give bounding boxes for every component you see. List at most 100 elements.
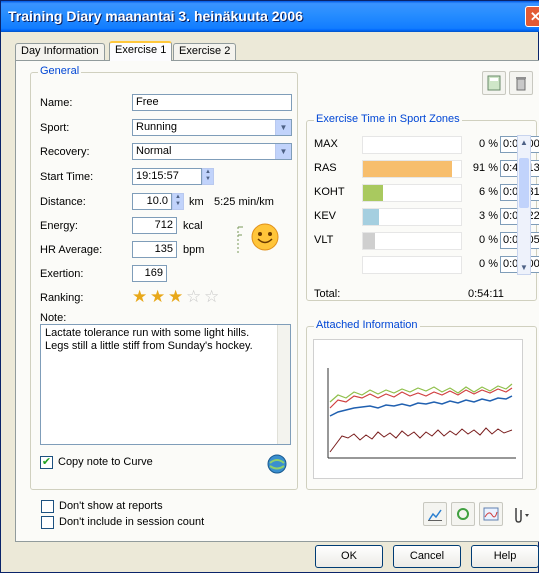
chart-import-icon[interactable] xyxy=(423,502,447,526)
chevron-down-icon[interactable]: ▼ xyxy=(520,263,528,272)
zone-row: RAS91 %0:49:13▲▼ xyxy=(312,159,539,179)
trash-icon[interactable] xyxy=(509,71,533,95)
hr-average-input[interactable]: 135 xyxy=(132,241,177,258)
recovery-value: Normal xyxy=(136,145,172,157)
star-filled-icon[interactable]: ★ xyxy=(168,288,183,305)
note-textarea[interactable]: Lactate tolerance run with some light hi… xyxy=(40,324,291,445)
refresh-icon[interactable] xyxy=(451,502,475,526)
exertion-label: Exertion: xyxy=(40,268,84,280)
zone-bar xyxy=(362,184,462,202)
training-diary-window: Training Diary maanantai 3. heinäkuuta 2… xyxy=(0,0,539,573)
zone-bar-fill xyxy=(363,233,375,249)
distance-spinner[interactable]: ▲ ▼ xyxy=(172,193,184,210)
star-empty-icon[interactable]: ☆ xyxy=(204,288,219,305)
sport-select[interactable]: Running ▼ xyxy=(132,119,292,136)
window-title: Training Diary maanantai 3. heinäkuuta 2… xyxy=(8,8,303,24)
pace-value: 5:25 min/km xyxy=(214,196,274,208)
dont-show-label: Don't show at reports xyxy=(59,500,163,512)
paperclip-icon[interactable] xyxy=(509,505,531,525)
zone-name: VLT xyxy=(314,234,334,246)
tab-exercise-2[interactable]: Exercise 2 xyxy=(173,43,237,60)
tab-day-information[interactable]: Day Information xyxy=(15,43,105,60)
zone-name: KEV xyxy=(314,210,337,222)
star-filled-icon[interactable]: ★ xyxy=(132,288,147,305)
close-icon[interactable]: ✕ xyxy=(525,6,539,27)
zones-table: MAX0 %0:00:00▲▼RAS91 %0:49:13▲▼KOHT6 %0:… xyxy=(312,135,539,274)
zone-bar-fill xyxy=(363,209,379,225)
dont-show-checkbox[interactable] xyxy=(41,500,54,513)
zone-bar xyxy=(362,256,462,274)
dont-include-checkbox[interactable] xyxy=(41,516,54,529)
copy-note-checkbox[interactable]: ✔ xyxy=(40,456,53,469)
zone-bar xyxy=(362,136,462,154)
zone-percent: 91 % xyxy=(472,162,498,174)
zone-percent: 0 % xyxy=(479,234,498,246)
copy-note-label: Copy note to Curve xyxy=(58,456,153,468)
name-label: Name: xyxy=(40,97,73,109)
sport-label: Sport: xyxy=(40,122,70,134)
globe-icon[interactable] xyxy=(266,453,288,475)
zone-name: KOHT xyxy=(314,186,345,198)
heart-rate-curve-thumbnail[interactable] xyxy=(313,339,523,479)
start-time-input[interactable]: 19:15:57 xyxy=(132,168,202,185)
zone-name: RAS xyxy=(314,162,337,174)
attached-legend: Attached Information xyxy=(314,319,420,331)
energy-unit: kcal xyxy=(183,220,203,232)
exercise-page: General Name: Free Sport: Running ▼ Reco… xyxy=(15,60,539,542)
energy-input[interactable]: 712 xyxy=(132,217,177,234)
zone-percent: 0 % xyxy=(479,258,498,270)
cancel-button[interactable]: Cancel xyxy=(393,545,461,568)
zone-percent: 6 % xyxy=(479,186,498,198)
chevron-up-icon[interactable]: ▲ xyxy=(520,138,528,147)
total-label: Total: xyxy=(314,288,341,300)
zone-name: MAX xyxy=(314,138,338,150)
general-legend: General xyxy=(38,65,82,77)
ok-button[interactable]: OK xyxy=(315,545,383,568)
help-button[interactable]: Help xyxy=(471,545,539,568)
hr-average-label: HR Average: xyxy=(40,244,103,256)
smiley-icon xyxy=(250,222,280,252)
zone-bar-fill xyxy=(363,185,383,201)
zone-row: KEV3 %0:01:22▲▼ xyxy=(312,207,539,227)
zone-bar xyxy=(362,160,462,178)
chevron-down-icon[interactable]: ▼ xyxy=(275,144,291,159)
star-empty-icon[interactable]: ☆ xyxy=(186,288,201,305)
hr-unit: bpm xyxy=(183,244,205,256)
sport-value: Running xyxy=(136,121,177,133)
zone-bar-fill xyxy=(363,161,452,177)
zone-row: MAX0 %0:00:00▲▼ xyxy=(312,135,539,155)
energy-label: Energy: xyxy=(40,220,78,232)
recovery-select[interactable]: Normal ▼ xyxy=(132,143,292,160)
calculator-icon[interactable] xyxy=(482,71,506,95)
zone-bar xyxy=(362,232,462,250)
ranking-label: Ranking: xyxy=(40,292,84,304)
distance-input[interactable]: 10.0 xyxy=(132,193,172,210)
curve-view-icon[interactable] xyxy=(479,502,503,526)
start-time-spinner[interactable]: ▲ ▼ xyxy=(202,168,214,185)
star-filled-icon[interactable]: ★ xyxy=(150,288,165,305)
zones-legend: Exercise Time in Sport Zones xyxy=(314,113,462,125)
zone-row: 0 %0:00:00▲▼ xyxy=(312,255,539,275)
exertion-input[interactable]: 169 xyxy=(132,265,167,282)
dont-include-label: Don't include in session count xyxy=(59,516,205,528)
note-text: Lactate tolerance run with some light hi… xyxy=(45,327,253,352)
zones-scrollbar[interactable]: ▲ ▼ xyxy=(517,135,531,275)
exertion-scale-icon xyxy=(234,225,244,255)
zone-percent: 3 % xyxy=(479,210,498,222)
chevron-down-icon[interactable]: ▼ xyxy=(275,120,291,135)
note-scrollbar[interactable] xyxy=(277,325,290,444)
tab-exercise-1[interactable]: Exercise 1 xyxy=(109,41,173,61)
zone-bar xyxy=(362,208,462,226)
distance-unit: km xyxy=(189,196,204,208)
zone-row: VLT0 %0:00:05▲▼ xyxy=(312,231,539,251)
zone-percent: 0 % xyxy=(479,138,498,150)
name-input[interactable]: Free xyxy=(132,94,292,111)
start-time-label: Start Time: xyxy=(40,171,94,183)
title-bar: Training Diary maanantai 3. heinäkuuta 2… xyxy=(1,1,539,32)
ranking-stars[interactable]: ★ ★ ★ ☆ ☆ xyxy=(132,288,232,306)
scroll-thumb[interactable] xyxy=(519,158,529,208)
recovery-label: Recovery: xyxy=(40,146,90,158)
note-label: Note: xyxy=(40,312,67,324)
total-value: 0:54:11 xyxy=(468,288,504,300)
zone-row: KOHT6 %0:03:31▲▼ xyxy=(312,183,539,203)
